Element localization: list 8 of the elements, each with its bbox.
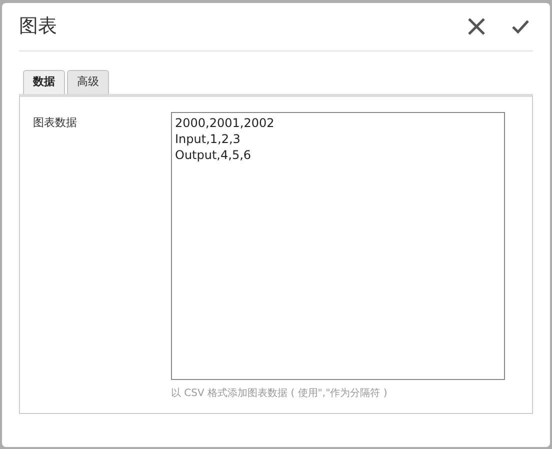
dialog-title: 图表	[19, 14, 58, 40]
tab[interactable]: 数据	[23, 70, 65, 94]
check-icon	[512, 20, 528, 34]
hint-text: 以 CSV 格式添加图表数据 ( 使用","作为分隔符 )	[171, 386, 388, 401]
tab[interactable]: 高级	[67, 70, 109, 94]
close-icon	[468, 18, 484, 35]
chart-data-field[interactable]: 2000,2001,2002 Input,1,2,3 Output,4,5,6	[171, 112, 505, 380]
field-label: 图表数据	[33, 115, 78, 131]
